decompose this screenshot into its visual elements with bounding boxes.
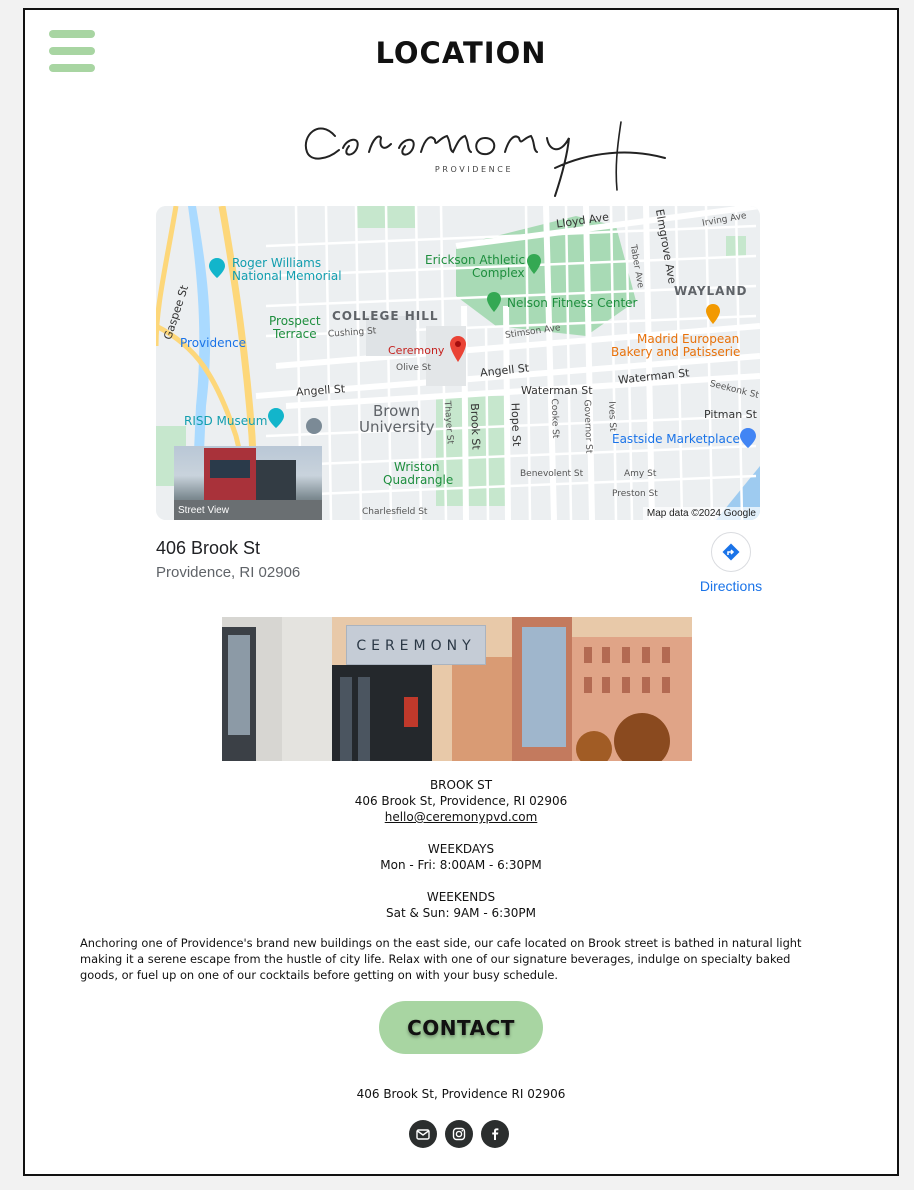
map-label-pitman: Pitman St — [704, 408, 757, 421]
map-label-quadrangle: Quadrangle — [383, 473, 454, 487]
ceremony-pin-icon[interactable] — [450, 336, 466, 362]
market-pin-icon[interactable] — [740, 428, 756, 448]
email-link[interactable]: hello@ceremonypvd.com — [385, 810, 538, 824]
map-label-college-hill: COLLEGE HILL — [332, 309, 439, 323]
directions-icon — [722, 543, 740, 561]
storefront-sign: CEREMONY — [346, 625, 486, 665]
place-name: 406 Brook St — [156, 538, 261, 558]
map-label-amy: Amy St — [624, 469, 657, 479]
map-label-national-memorial: National Memorial — [232, 269, 342, 283]
street-view-label: Street View — [178, 505, 229, 516]
school-pin-icon[interactable] — [306, 418, 322, 434]
map-label-university: University — [359, 418, 435, 436]
instagram-icon[interactable] — [445, 1120, 473, 1148]
map-attribution[interactable]: Map data ©2024 Google — [642, 507, 760, 520]
memorial-pin-icon[interactable] — [209, 258, 225, 278]
weekdays-hours: Mon - Fri: 8:00AM - 6:30PM — [380, 858, 542, 872]
about-paragraph: Anchoring one of Providence's brand new … — [80, 936, 802, 982]
bakery-pin-icon[interactable] — [706, 304, 720, 324]
map-label-brown: Brown — [373, 402, 421, 420]
map-label-olive: Olive St — [396, 363, 432, 373]
street-view-thumbnail[interactable]: Street View — [174, 446, 322, 520]
ceremony-logo: PROVIDENCE — [299, 108, 669, 198]
map-label-terrace: Terrace — [273, 327, 317, 341]
map-label-governor: Governor St — [581, 399, 594, 454]
directions-button[interactable] — [711, 532, 751, 572]
map-label-charlesfield: Charlesfield St — [362, 507, 428, 517]
map-label-providence: Providence — [180, 336, 247, 350]
map-label-ives: Ives St — [606, 401, 618, 432]
map-label-nelson: Nelson Fitness Center — [507, 296, 638, 310]
map-label-complex: Complex — [472, 266, 525, 280]
storefront-photo: CEREMONY — [222, 617, 692, 761]
facebook-icon[interactable] — [481, 1120, 509, 1148]
logo-subtitle: PROVIDENCE — [434, 165, 514, 174]
map-label-ceremony: Ceremony — [388, 344, 445, 357]
location-address: 406 Brook St, Providence, RI 02906 — [354, 794, 568, 808]
museum-pin-icon[interactable] — [268, 408, 284, 428]
map-label-cooke: Cooke St — [548, 398, 561, 439]
directions-link[interactable]: Directions — [691, 578, 771, 594]
email-icon[interactable] — [409, 1120, 437, 1148]
map-label-bakery: Bakery and Patisserie — [611, 345, 741, 359]
map-label-preston: Preston St — [612, 489, 658, 499]
map-label-wayland: WAYLAND — [674, 284, 748, 298]
page-title: LOCATION — [375, 36, 547, 70]
contact-button[interactable]: CONTACT — [379, 1001, 543, 1054]
map-label-waterman-1: Waterman St — [521, 384, 593, 397]
fitness-pin-icon[interactable] — [487, 292, 501, 312]
footer-address: 406 Brook St, Providence RI 02906 — [356, 1087, 566, 1101]
map-label-eastside: Eastside Marketplace — [612, 432, 740, 446]
weekends-heading: WEEKENDS — [426, 890, 496, 904]
map-label-hope: Hope St — [508, 402, 524, 447]
place-city: Providence, RI 02906 — [156, 564, 301, 581]
weekends-hours: Sat & Sun: 9AM - 6:30PM — [385, 906, 537, 920]
map-label-benevolent: Benevolent St — [520, 469, 584, 479]
map-label-risd: RISD Museum — [184, 414, 268, 428]
google-map[interactable]: Roger Williams National Memorial Erickso… — [156, 206, 760, 520]
page-frame: LOCATION PROVIDENCE Roger Williams Natio… — [23, 8, 899, 1176]
athletic-pin-icon[interactable] — [527, 254, 541, 274]
location-name: BROOK ST — [429, 778, 493, 792]
weekdays-heading: WEEKDAYS — [427, 842, 495, 856]
map-label-brook: Brook St — [467, 403, 483, 450]
